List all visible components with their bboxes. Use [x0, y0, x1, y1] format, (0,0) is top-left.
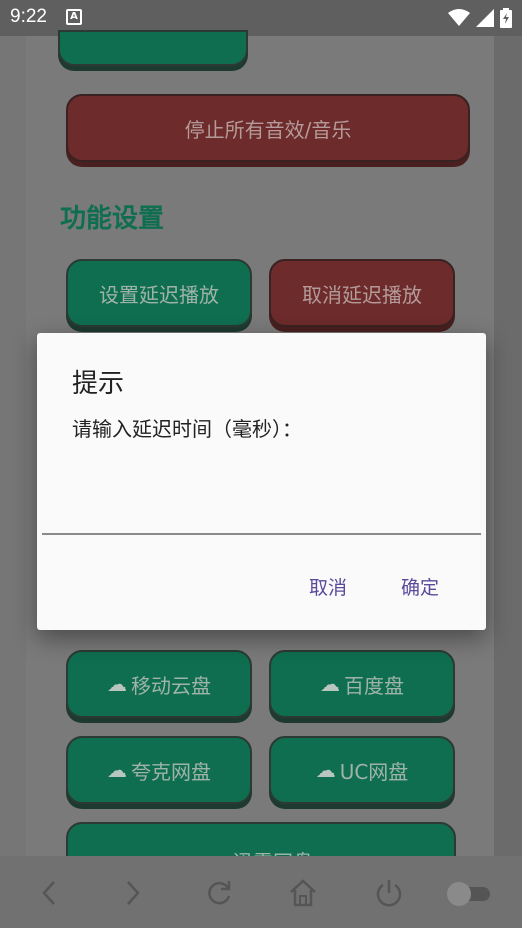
dialog-title: 提示: [72, 369, 125, 399]
cloud-icon: ☁: [107, 758, 127, 782]
set-delay-button[interactable]: 设置延迟播放: [66, 259, 252, 327]
cloud-icon: ☁: [107, 672, 127, 696]
dialog-ok-button[interactable]: 确定: [401, 573, 439, 600]
baidu-pan-button[interactable]: ☁ 百度盘: [269, 650, 455, 718]
quark-pan-button[interactable]: ☁ 夸克网盘: [66, 736, 252, 804]
home-icon: [290, 879, 316, 907]
cancel-delay-label: 取消延迟播放: [302, 282, 422, 307]
delay-ms-input[interactable]: [42, 483, 481, 535]
section-title-function-settings: 功能设置: [60, 204, 165, 234]
chevron-right-icon: [127, 881, 140, 905]
cancel-delay-button[interactable]: 取消延迟播放: [269, 259, 455, 327]
cloud-icon: ☁: [315, 758, 336, 782]
nav-forward-button[interactable]: [116, 876, 150, 910]
left-gutter: [0, 36, 26, 856]
right-gutter: [494, 36, 522, 856]
uc-pan-button[interactable]: ☁ UC网盘: [269, 736, 455, 804]
partial-top-button[interactable]: [58, 30, 248, 66]
quark-pan-label: 夸克网盘: [131, 759, 211, 784]
status-icons: [448, 8, 512, 28]
delay-input-dialog: 提示 请输入延迟时间（毫秒）： 取消 确定: [37, 333, 486, 630]
bottom-nav-bar: [0, 856, 522, 928]
baidu-pan-label: 百度盘: [344, 673, 404, 698]
stop-all-sounds-label: 停止所有音效/音乐: [184, 117, 352, 142]
chevron-left-icon: [42, 881, 55, 905]
stop-all-sounds-button[interactable]: 停止所有音效/音乐: [66, 94, 470, 162]
nav-home-button[interactable]: [286, 876, 320, 910]
battery-icon: [500, 8, 512, 28]
nav-toggle-switch[interactable]: [444, 876, 494, 910]
mobile-cloud-label: 移动云盘: [131, 673, 211, 698]
cloud-icon: ☁: [320, 672, 340, 696]
set-delay-label: 设置延迟播放: [99, 282, 219, 307]
dialog-cancel-button[interactable]: 取消: [309, 573, 347, 600]
notification-a-icon: A: [66, 9, 82, 25]
refresh-icon: [208, 881, 231, 905]
status-time: 9:22: [10, 6, 47, 27]
dialog-message: 请输入延迟时间（毫秒）：: [72, 417, 302, 441]
nav-power-button[interactable]: [372, 876, 406, 910]
uc-pan-label: UC网盘: [339, 759, 409, 784]
wifi-icon: [448, 9, 470, 26]
nav-refresh-button[interactable]: [202, 876, 236, 910]
nav-back-button[interactable]: [32, 876, 66, 910]
mobile-cloud-button[interactable]: ☁ 移动云盘: [66, 650, 252, 718]
power-icon: [376, 880, 402, 907]
signal-icon: [476, 9, 494, 27]
toggle-icon: [447, 882, 490, 906]
